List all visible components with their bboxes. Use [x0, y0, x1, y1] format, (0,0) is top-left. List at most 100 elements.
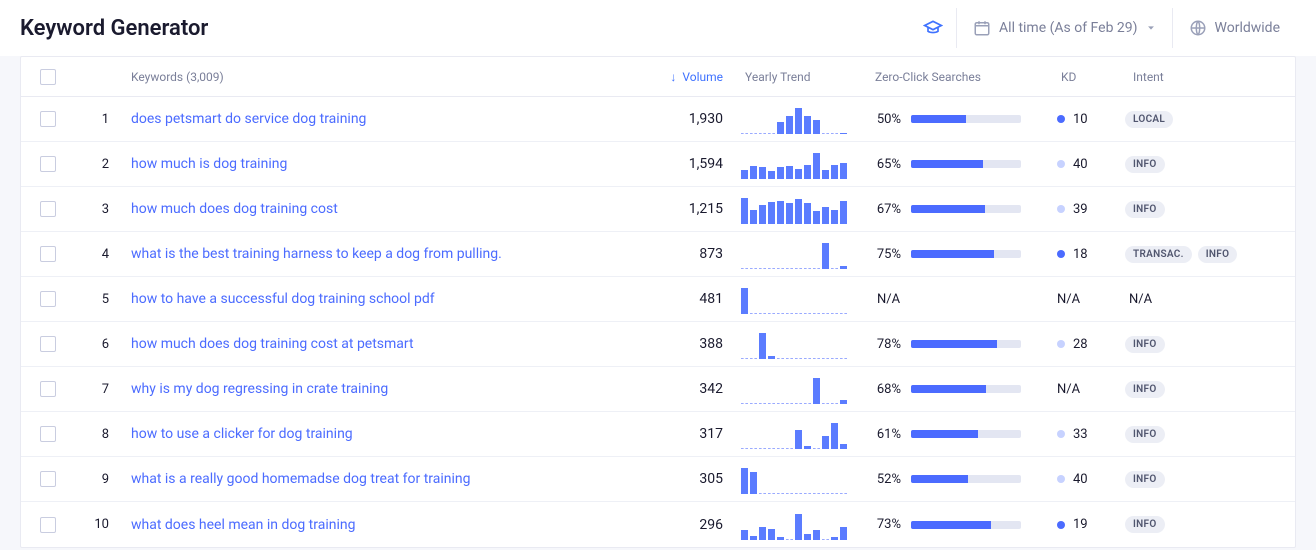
keyword-cell: does petsmart do service dog training	[123, 111, 589, 127]
row-checkbox[interactable]	[40, 426, 56, 442]
table-row: 8how to use a clicker for dog training31…	[21, 412, 1295, 457]
trend-sparkline	[737, 104, 867, 134]
intent-tag: INFO	[1125, 426, 1165, 443]
intent-tag: INFO	[1125, 516, 1165, 533]
row-checkbox[interactable]	[40, 336, 56, 352]
select-all-cell	[21, 69, 75, 85]
keyword-link[interactable]: does petsmart do service dog training	[131, 111, 366, 127]
volume-value: 296	[589, 517, 737, 533]
col-keywords[interactable]: Keywords (3,009)	[123, 70, 589, 84]
kd-cell: 39	[1053, 202, 1125, 217]
row-number: 9	[75, 472, 123, 487]
volume-value: 873	[589, 246, 737, 262]
kd-cell: 10	[1053, 112, 1125, 127]
row-checkbox[interactable]	[40, 246, 56, 262]
table-row: 7 why is my dog regressing in crate train…	[21, 367, 1295, 412]
keyword-link[interactable]: how to have a successful dog training sc…	[131, 291, 435, 307]
kd-cell: 18	[1053, 247, 1125, 262]
region-label: Worldwide	[1215, 20, 1280, 36]
keyword-link[interactable]: how much does dog training cost at petsm…	[131, 336, 414, 352]
volume-value: 481	[589, 291, 737, 307]
zeroclick-cell: 68%	[867, 382, 1053, 397]
zeroclick-na: N/A	[867, 292, 900, 307]
row-number: 7	[75, 382, 123, 397]
row-select-cell	[21, 111, 75, 127]
keyword-cell: how to have a successful dog training sc…	[123, 291, 589, 307]
region-picker[interactable]: Worldwide	[1173, 0, 1296, 56]
zeroclick-cell: 52%	[867, 472, 1053, 487]
kd-dot	[1057, 521, 1065, 529]
zeroclick-pct: 67%	[867, 202, 901, 217]
row-checkbox[interactable]	[40, 291, 56, 307]
zeroclick-cell: 50%	[867, 112, 1053, 127]
col-zeroclick[interactable]: Zero-Click Searches	[867, 70, 1053, 84]
select-all-checkbox[interactable]	[40, 69, 56, 85]
kd-cell: 19	[1053, 517, 1125, 532]
row-checkbox[interactable]	[40, 381, 56, 397]
col-volume[interactable]: ↓ Volume	[589, 70, 737, 84]
academy-icon[interactable]	[910, 0, 956, 56]
col-trend[interactable]: Yearly Trend	[737, 70, 867, 84]
date-range-picker[interactable]: All time (As of Feb 29)	[957, 0, 1171, 56]
trend-sparkline	[737, 149, 867, 179]
intent-tag: INFO	[1125, 381, 1165, 398]
row-number: 1	[75, 112, 123, 127]
col-intent[interactable]: Intent	[1125, 70, 1295, 84]
trend-sparkline	[737, 419, 867, 449]
table-row: 9 what is a really good homemadse dog tre…	[21, 457, 1295, 502]
keyword-link[interactable]: what is the best training harness to kee…	[131, 246, 502, 262]
keyword-link[interactable]: how much is dog training	[131, 156, 287, 172]
zeroclick-pct: 61%	[867, 427, 901, 442]
row-checkbox[interactable]	[40, 471, 56, 487]
intent-cell: INFO	[1125, 336, 1295, 353]
table-row: 3 how much does dog training cost 1,215 67%…	[21, 187, 1295, 232]
kd-dot	[1057, 160, 1065, 168]
kd-value: 19	[1073, 517, 1088, 532]
trend-sparkline	[737, 464, 867, 494]
volume-value: 1,215	[589, 201, 737, 217]
row-select-cell	[21, 381, 75, 397]
zeroclick-cell: 75%	[867, 247, 1053, 262]
kd-value: 10	[1073, 112, 1088, 127]
trend-sparkline	[737, 374, 867, 404]
row-number: 5	[75, 292, 123, 307]
keyword-cell: what does heel mean in dog training	[123, 517, 589, 533]
kd-dot	[1057, 430, 1065, 438]
intent-cell: INFO	[1125, 201, 1295, 218]
zeroclick-bar	[911, 340, 1021, 348]
row-checkbox[interactable]	[40, 156, 56, 172]
zeroclick-bar	[911, 521, 1021, 529]
trend-sparkline	[737, 284, 867, 314]
row-select-cell	[21, 201, 75, 217]
intent-tag: INFO	[1125, 471, 1165, 488]
col-kd[interactable]: KD	[1053, 70, 1125, 84]
intent-tag: INFO	[1125, 156, 1165, 173]
trend-sparkline	[737, 239, 867, 269]
row-checkbox[interactable]	[40, 517, 56, 533]
zeroclick-cell: 67%	[867, 202, 1053, 217]
zeroclick-pct: 52%	[867, 472, 901, 487]
intent-cell: TRANSAC.INFO	[1125, 246, 1295, 263]
globe-icon	[1189, 19, 1207, 37]
keyword-link[interactable]: how much does dog training cost	[131, 201, 338, 217]
intent-tag: INFO	[1125, 336, 1165, 353]
kd-dot	[1057, 475, 1065, 483]
keyword-link[interactable]: how to use a clicker for dog training	[131, 426, 353, 442]
keyword-link[interactable]: what is a really good homemadse dog trea…	[131, 471, 471, 487]
trend-sparkline	[737, 329, 867, 359]
kd-cell: 40	[1053, 157, 1125, 172]
row-checkbox[interactable]	[40, 201, 56, 217]
keyword-link[interactable]: why is my dog regressing in crate traini…	[131, 381, 388, 397]
row-checkbox[interactable]	[40, 111, 56, 127]
kd-dot	[1057, 205, 1065, 213]
volume-value: 1,930	[589, 111, 737, 127]
volume-value: 317	[589, 426, 737, 442]
keyword-link[interactable]: what does heel mean in dog training	[131, 517, 355, 533]
table-row: 6how much does dog training cost at pets…	[21, 322, 1295, 367]
table-row: 4what is the best training harness to ke…	[21, 232, 1295, 277]
header-controls: All time (As of Feb 29) Worldwide	[910, 0, 1296, 56]
row-number: 3	[75, 202, 123, 217]
volume-value: 1,594	[589, 156, 737, 172]
page-header: Keyword Generator All time (As of Feb 29…	[0, 0, 1316, 56]
keyword-cell: how to use a clicker for dog training	[123, 426, 589, 442]
